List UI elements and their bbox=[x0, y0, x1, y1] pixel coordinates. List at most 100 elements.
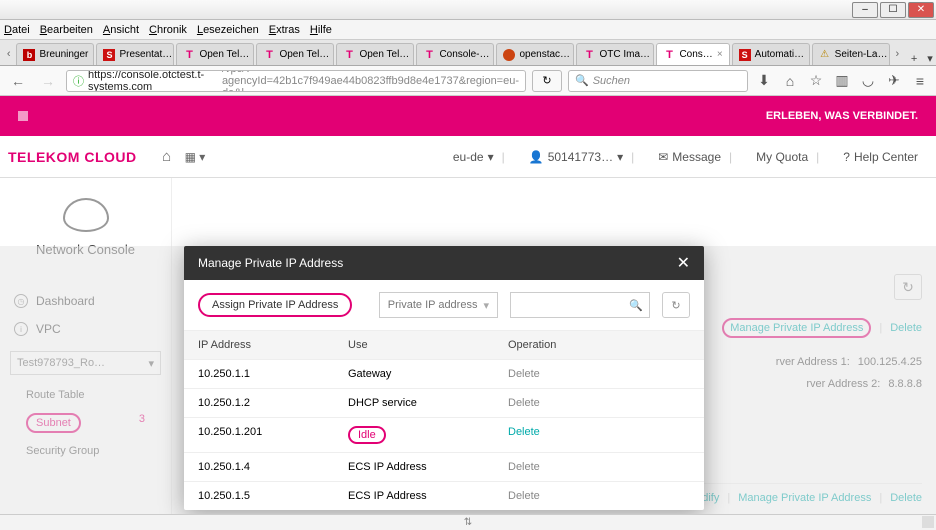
cell-ip: 10.250.1.2 bbox=[198, 397, 348, 409]
favicon: T bbox=[663, 49, 675, 61]
tab-3[interactable]: T Open Tel… bbox=[256, 43, 334, 65]
tab-label: OTC Ima… bbox=[599, 49, 650, 60]
messages-link[interactable]: ✉Message| bbox=[658, 150, 736, 164]
filter-type-select[interactable]: Private IP address ▾ bbox=[379, 292, 498, 318]
tab-label: Open Tel… bbox=[359, 49, 409, 60]
favicon: T bbox=[343, 49, 355, 61]
page-content: ERLEBEN, WAS VERBINDET. TELEKOM CLOUD ⌂ … bbox=[0, 96, 936, 514]
manage-ip-modal: Manage Private IP Address ✕ Assign Priva… bbox=[184, 246, 704, 510]
tab-9[interactable]: SAutomati… bbox=[732, 43, 810, 65]
lock-icon: ⓘ bbox=[73, 73, 84, 89]
help-link[interactable]: ?Help Center bbox=[843, 150, 918, 164]
tab-label: Seiten-La… bbox=[835, 49, 888, 60]
tabs-scroll-left[interactable]: ‹ bbox=[2, 43, 15, 65]
os-minimize[interactable]: – bbox=[852, 2, 878, 18]
url-input[interactable]: ⓘ https://console.otctest.t-systems.com/… bbox=[66, 70, 526, 92]
row-delete-link: Delete bbox=[508, 490, 690, 502]
tab-7[interactable]: T OTC Ima… bbox=[576, 43, 654, 65]
tab-close-icon[interactable]: × bbox=[717, 49, 723, 60]
quota-link[interactable]: My Quota| bbox=[756, 150, 823, 164]
tab-2[interactable]: TOpen Tel… bbox=[176, 43, 254, 65]
home-icon[interactable]: ⌂ bbox=[780, 73, 800, 89]
header-apps-icon[interactable]: ▦ ▾ bbox=[185, 150, 215, 164]
pocket-icon[interactable]: ◡ bbox=[858, 72, 878, 89]
header-home-icon[interactable]: ⌂ bbox=[153, 148, 181, 165]
tab-10[interactable]: ⚠Seiten-La… bbox=[812, 43, 890, 65]
tab-label: Breuninger bbox=[39, 49, 88, 60]
tab-6[interactable]: openstac… bbox=[496, 43, 574, 65]
url-toolbar: ← → ⓘ https://console.otctest.t-systems.… bbox=[0, 66, 936, 96]
menu-datei[interactable]: Datei bbox=[4, 24, 30, 36]
tab-0[interactable]: b Breuninger bbox=[16, 43, 94, 65]
modal-toolbar: Assign Private IP Address Private IP add… bbox=[184, 280, 704, 330]
search-icon: 🔍 bbox=[629, 299, 643, 312]
library-icon[interactable]: ▥ bbox=[832, 72, 852, 89]
tabs-scroll-right[interactable]: › bbox=[891, 43, 904, 65]
favicon: S bbox=[103, 49, 115, 61]
row-delete-link[interactable]: Delete bbox=[508, 426, 690, 444]
region-selector[interactable]: eu-de ▾| bbox=[453, 150, 509, 164]
forward-button[interactable]: → bbox=[36, 69, 60, 93]
brand-banner: ERLEBEN, WAS VERBINDET. bbox=[0, 96, 936, 136]
filter-type-value: Private IP address bbox=[388, 299, 478, 311]
cell-use: DHCP service bbox=[348, 397, 508, 409]
col-operation: Operation bbox=[508, 339, 690, 351]
browser-statusbar: ⇅ bbox=[0, 514, 936, 530]
tab-5[interactable]: T Console-… bbox=[416, 43, 494, 65]
table-header: IP Address Use Operation bbox=[184, 330, 704, 359]
tab-label: Open Tel… bbox=[279, 49, 329, 60]
back-button[interactable]: ← bbox=[6, 69, 30, 93]
user-menu[interactable]: 👤50141773… ▾| bbox=[529, 150, 639, 164]
url-path: /vpc/?agencyId=42b1c7f949ae44b0823ffb9d8… bbox=[222, 70, 519, 92]
favicon: b bbox=[23, 49, 35, 61]
tab-4[interactable]: T Open Tel… bbox=[336, 43, 414, 65]
menu-bearbeiten[interactable]: Bearbeiten bbox=[40, 24, 93, 36]
col-ip: IP Address bbox=[198, 339, 348, 351]
menu-extras[interactable]: Extras bbox=[269, 24, 300, 36]
tab-1[interactable]: S Presentat… bbox=[96, 43, 174, 65]
statusbar-scroll-indicator: ⇅ bbox=[464, 517, 472, 528]
menu-lesezeichen[interactable]: Lesezeichen bbox=[197, 24, 259, 36]
tab-label: openstac… bbox=[519, 49, 570, 60]
table-row: 10.250.1.5ECS IP AddressDelete bbox=[184, 481, 704, 510]
tab-8[interactable]: T Cons… × bbox=[656, 43, 729, 65]
cell-use: Gateway bbox=[348, 368, 508, 380]
menu-icon[interactable]: ≡ bbox=[910, 73, 930, 89]
tab-label: Cons… bbox=[679, 49, 712, 60]
browser-search-input[interactable]: 🔍 Suchen bbox=[568, 70, 748, 92]
favicon: T bbox=[263, 49, 275, 61]
col-use: Use bbox=[348, 339, 508, 351]
tab-label: Automati… bbox=[755, 49, 804, 60]
user-icon: 👤 bbox=[529, 150, 544, 164]
assign-private-ip-button[interactable]: Assign Private IP Address bbox=[198, 293, 352, 317]
bookmark-star-icon[interactable]: ☆ bbox=[806, 72, 826, 89]
modal-title: Manage Private IP Address bbox=[198, 256, 343, 270]
menu-chronik[interactable]: Chronik bbox=[149, 24, 187, 36]
cloud-title: TELEKOM CLOUD bbox=[8, 149, 137, 165]
favicon: T bbox=[423, 49, 435, 61]
tab-label: Presentat… bbox=[119, 49, 172, 60]
cell-ip: 10.250.1.4 bbox=[198, 461, 348, 473]
brand-slogan: ERLEBEN, WAS VERBINDET. bbox=[766, 110, 918, 122]
favicon: T bbox=[583, 49, 595, 61]
cell-ip: 10.250.1.1 bbox=[198, 368, 348, 380]
url-host: https://console.otctest.t-systems.com bbox=[88, 70, 222, 92]
filter-search-input[interactable]: 🔍 bbox=[510, 292, 650, 318]
mail-icon: ✉ bbox=[658, 150, 668, 164]
cell-ip: 10.250.1.5 bbox=[198, 490, 348, 502]
modal-refresh-button[interactable]: ↻ bbox=[662, 292, 690, 318]
cloud-header: TELEKOM CLOUD ⌂ ▦ ▾ eu-de ▾| 👤50141773… … bbox=[0, 136, 936, 178]
modal-close-icon[interactable]: ✕ bbox=[677, 253, 690, 273]
tabs-dropdown[interactable]: ▾ bbox=[924, 52, 936, 65]
send-icon[interactable]: ✈ bbox=[884, 72, 904, 89]
menu-ansicht[interactable]: Ansicht bbox=[103, 24, 139, 36]
os-maximize[interactable]: ☐ bbox=[880, 2, 906, 18]
menu-hilfe[interactable]: Hilfe bbox=[310, 24, 332, 36]
cell-ip: 10.250.1.201 bbox=[198, 426, 348, 444]
downloads-icon[interactable]: ⬇ bbox=[754, 72, 774, 89]
resize-grip[interactable] bbox=[922, 516, 934, 528]
new-tab-button[interactable]: + bbox=[908, 53, 920, 65]
reload-button[interactable]: ↻ bbox=[532, 70, 562, 92]
os-close[interactable]: ✕ bbox=[908, 2, 934, 18]
tab-label: Console-… bbox=[439, 49, 489, 60]
